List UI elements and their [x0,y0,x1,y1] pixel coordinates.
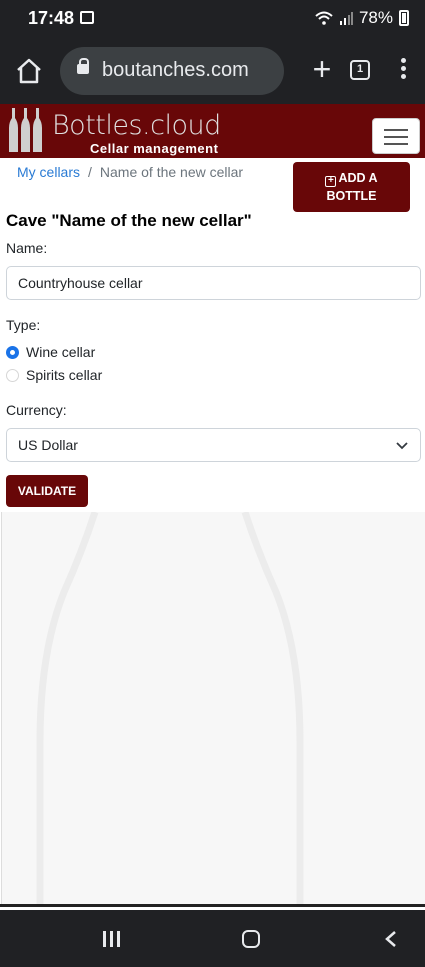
battery-percent: 78% [358,8,393,27]
home-icon[interactable] [14,56,44,86]
home-nav-icon[interactable] [242,930,260,948]
system-nav-bar [0,910,425,967]
url-bar[interactable]: boutanches.com [60,47,284,95]
chevron-down-icon [396,442,408,450]
recents-icon[interactable] [103,931,121,947]
browser-toolbar: boutanches.com + 1 [0,36,425,104]
wifi-icon [315,11,333,25]
add-bottle-button[interactable]: + ADD A BOTTLE [293,162,410,212]
radio-wine-cellar-label[interactable]: Wine cellar [26,344,95,360]
lock-icon [77,58,89,74]
image-notification-icon [80,11,94,24]
bottle-outline-graphic [36,512,304,905]
plus-square-icon: + [325,176,337,187]
signal-icon [339,12,353,25]
breadcrumb-current: Name of the new cellar [99,164,244,180]
site-header: Bottles.cloud Cellar management [0,104,425,158]
back-icon[interactable] [384,930,398,948]
site-logo-subtitle: Cellar management [90,141,219,156]
add-bottle-label-line2: BOTTLE [326,189,377,203]
breadcrumb-separator: / [88,164,92,180]
nav-toggle-button[interactable] [372,118,420,154]
radio-spirits-cellar-label[interactable]: Spirits cellar [26,367,102,383]
status-bar: 17:48 78% [0,0,425,36]
battery-icon [399,10,409,26]
add-bottle-label-line1: ADD A [338,171,378,185]
currency-select[interactable]: US Dollar [6,428,421,462]
radio-button-unchecked[interactable] [6,368,19,382]
breadcrumb-my-cellars[interactable]: My cellars [17,164,80,180]
currency-label: Currency: [6,402,67,418]
url-text: boutanches.com [102,59,249,81]
status-time: 17:48 [28,8,75,28]
background-bottle-illustration [1,512,425,905]
page-bottom-divider [0,904,425,907]
radio-wine-cellar[interactable]: Wine cellar [6,343,95,361]
browser-menu-button[interactable] [396,58,410,82]
type-label: Type: [6,317,41,333]
radio-button-checked[interactable] [6,345,19,359]
currency-select-value: US Dollar [18,437,78,453]
validate-button[interactable]: VALIDATE [6,475,88,507]
status-right: 78% [315,8,409,28]
page-title: Cave "Name of the new cellar" [6,211,252,230]
bottles-logo-icon [9,108,42,152]
name-label: Name: [6,240,48,256]
breadcrumb: My cellars / Name of the new cellar [17,164,243,180]
new-tab-button[interactable]: + [310,53,334,85]
name-input[interactable] [6,266,421,300]
tab-switcher-button[interactable]: 1 [350,60,370,80]
site-logo-text[interactable]: Bottles.cloud [52,110,221,141]
radio-spirits-cellar[interactable]: Spirits cellar [6,366,102,384]
